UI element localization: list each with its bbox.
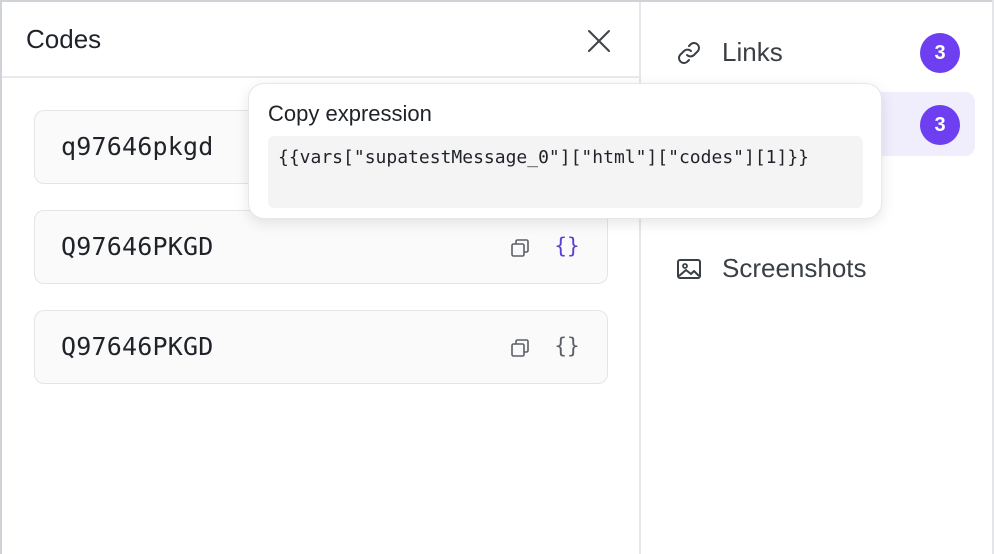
count-badge: 3 <box>920 33 960 73</box>
copy-expression-tooltip: Copy expression {{vars["supatestMessage_… <box>248 83 882 219</box>
sidebar-item-screenshots[interactable]: Screenshots <box>655 236 975 300</box>
copy-icon[interactable] <box>509 337 531 359</box>
codes-panel-header: Codes <box>2 2 639 78</box>
code-row-3: Q97646PKGD {} <box>34 310 608 384</box>
code-value: q97646pkgd <box>61 132 214 161</box>
copy-expression-braces-icon[interactable]: {} <box>550 331 584 361</box>
close-button[interactable] <box>584 26 614 56</box>
code-value: Q97646PKGD <box>61 332 214 361</box>
image-icon <box>675 255 703 283</box>
codes-panel-title: Codes <box>26 24 102 54</box>
link-icon <box>675 39 703 67</box>
sidebar-item-label: Links <box>722 37 783 67</box>
copy-expression-braces-icon[interactable]: {} <box>550 231 584 261</box>
close-icon <box>588 30 610 52</box>
code-row-2: Q97646PKGD {} <box>34 210 608 284</box>
sidebar-item-links[interactable]: Links 3 <box>655 20 975 84</box>
sidebar-item-label: Screenshots <box>722 253 867 283</box>
tooltip-title: Copy expression <box>268 101 432 126</box>
copy-icon[interactable] <box>509 237 531 259</box>
code-value: Q97646PKGD <box>61 232 214 261</box>
tooltip-expression-code: {{vars["supatestMessage_0"]["html"]["cod… <box>268 136 863 208</box>
count-badge: 3 <box>920 105 960 145</box>
